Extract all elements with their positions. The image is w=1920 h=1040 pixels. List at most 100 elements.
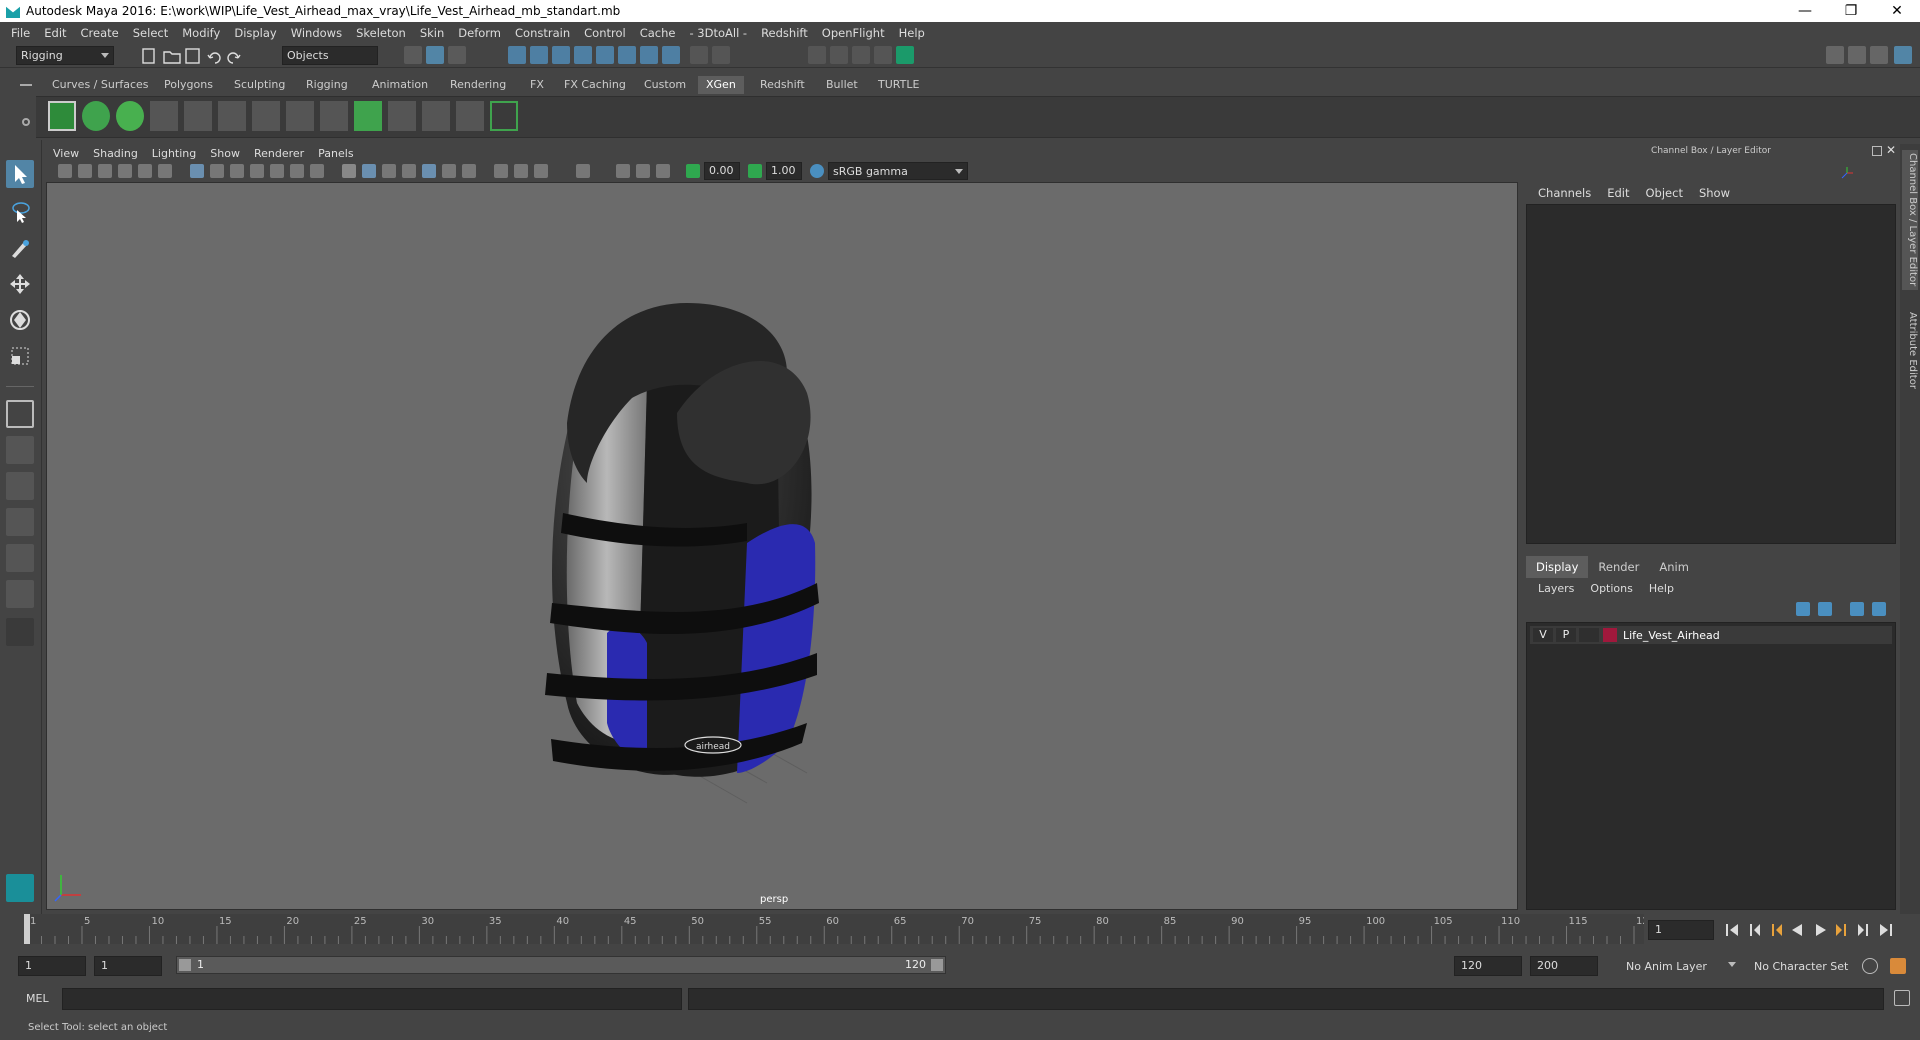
redo-icon[interactable] xyxy=(227,52,241,64)
lock-icon[interactable] xyxy=(690,46,708,64)
le-menu-layers[interactable]: Layers xyxy=(1530,582,1582,595)
layer-name[interactable]: Life_Vest_Airhead xyxy=(1623,629,1720,642)
tab-xgen[interactable]: XGen xyxy=(698,76,744,94)
exposure-field[interactable]: 0.00 xyxy=(704,162,740,180)
viewport-menu-renderer[interactable]: Renderer xyxy=(247,147,311,160)
snap-surface-icon[interactable] xyxy=(640,46,658,64)
exposure-icon[interactable] xyxy=(686,164,700,178)
field-chart-icon[interactable] xyxy=(270,164,284,178)
render-settings-icon[interactable] xyxy=(874,46,892,64)
character-set-dropdown[interactable]: No Character Set xyxy=(1750,956,1862,976)
menu-skin[interactable]: Skin xyxy=(413,26,451,40)
snap-view-plane-icon[interactable] xyxy=(596,46,614,64)
2d-pan-zoom-icon[interactable] xyxy=(138,164,152,178)
close-panel-icon[interactable]: ✕ xyxy=(1886,143,1896,157)
four-view-layout-icon[interactable] xyxy=(6,436,34,464)
xgen-create-description-icon[interactable] xyxy=(116,101,144,131)
tab-bullet[interactable]: Bullet xyxy=(818,76,866,94)
rotate-tool-icon[interactable] xyxy=(6,306,34,334)
tab-fx[interactable]: FX xyxy=(522,76,552,94)
anti-aliasing-icon[interactable] xyxy=(514,164,528,178)
select-by-object-icon[interactable] xyxy=(426,46,444,64)
new-empty-layer-icon[interactable] xyxy=(1850,602,1864,616)
shadows-icon[interactable] xyxy=(442,164,456,178)
camera-attributes-icon[interactable] xyxy=(78,164,92,178)
tab-rigging[interactable]: Rigging xyxy=(298,76,356,94)
xgen-lock-guides-icon[interactable] xyxy=(286,101,314,131)
step-forward-key-icon[interactable] xyxy=(1836,924,1846,936)
xgen-comb-icon[interactable] xyxy=(456,101,484,131)
bookmark-icon[interactable] xyxy=(98,164,112,178)
move-layer-up-icon[interactable] xyxy=(1796,602,1810,616)
backface-culling-icon[interactable] xyxy=(656,164,670,178)
range-slider[interactable]: 1 120 xyxy=(176,956,946,974)
menu-help[interactable]: Help xyxy=(892,26,932,40)
tab-polygons[interactable]: Polygons xyxy=(156,76,221,94)
animation-start-field[interactable]: 1 xyxy=(18,956,86,976)
tab-anim[interactable]: Anim xyxy=(1649,556,1699,578)
gate-mask-icon[interactable] xyxy=(250,164,264,178)
viewport-menu-shading[interactable]: Shading xyxy=(86,147,145,160)
persp-hypershade-layout-icon[interactable] xyxy=(6,544,34,572)
menu-file[interactable]: File xyxy=(4,26,37,40)
menu-set-dropdown[interactable]: Rigging xyxy=(16,46,114,65)
tab-render[interactable]: Render xyxy=(1588,556,1649,578)
cb-menu-show[interactable]: Show xyxy=(1691,186,1738,200)
scene-canvas[interactable]: airhead xyxy=(47,183,1519,911)
xgen-sculpt-guides-icon[interactable] xyxy=(252,101,280,131)
xgen-hair-icon[interactable] xyxy=(320,101,348,131)
ambient-occlusion-icon[interactable] xyxy=(462,164,476,178)
maya-home-icon[interactable] xyxy=(6,874,34,902)
shelf-menu-icon[interactable] xyxy=(20,84,32,86)
tab-curves-surfaces[interactable]: Curves / Surfaces xyxy=(44,76,157,94)
script-editor-icon[interactable] xyxy=(1894,990,1910,1006)
select-tool-icon[interactable] xyxy=(6,160,34,188)
command-input[interactable] xyxy=(62,988,682,1010)
xray-joints-icon[interactable] xyxy=(636,164,650,178)
single-perspective-layout-icon[interactable] xyxy=(6,400,34,428)
move-tool-icon[interactable] xyxy=(6,270,34,298)
xgen-grass-icon[interactable] xyxy=(354,101,382,131)
playback-end-field[interactable]: 120 xyxy=(1454,956,1522,976)
select-by-component-icon[interactable] xyxy=(448,46,466,64)
close-button[interactable]: ✕ xyxy=(1874,3,1920,19)
wireframe-on-shaded-icon[interactable] xyxy=(382,164,396,178)
xgen-interactive-groom-icon[interactable] xyxy=(490,101,518,131)
symmetry-icon[interactable] xyxy=(662,46,680,64)
playback-start-field[interactable]: 1 xyxy=(94,956,162,976)
minimize-button[interactable]: — xyxy=(1782,3,1828,19)
channel-box-toggle-icon[interactable] xyxy=(1894,46,1912,64)
undo-icon[interactable] xyxy=(207,52,221,64)
float-panel-icon[interactable] xyxy=(1872,146,1882,156)
menu-create[interactable]: Create xyxy=(74,26,126,40)
cb-menu-edit[interactable]: Edit xyxy=(1599,186,1637,200)
step-forward-frame-icon[interactable] xyxy=(1858,924,1868,936)
motion-blur-icon[interactable] xyxy=(494,164,508,178)
menu-redshift[interactable]: Redshift xyxy=(754,26,815,40)
more-layouts-icon[interactable] xyxy=(6,618,34,646)
xyz-manipulator-icon[interactable] xyxy=(1840,166,1854,180)
smooth-shade-icon[interactable] xyxy=(362,164,376,178)
film-gate-icon[interactable] xyxy=(210,164,224,178)
safe-title-icon[interactable] xyxy=(310,164,324,178)
image-plane-icon[interactable] xyxy=(118,164,132,178)
color-management-icon[interactable] xyxy=(810,164,824,178)
hypershade-icon[interactable] xyxy=(896,46,914,64)
open-scene-icon[interactable] xyxy=(163,51,181,64)
menu-select[interactable]: Select xyxy=(126,26,175,40)
tab-display[interactable]: Display xyxy=(1526,556,1589,578)
menu-skeleton[interactable]: Skeleton xyxy=(349,26,413,40)
wireframe-icon[interactable] xyxy=(342,164,356,178)
restore-button[interactable]: ❐ xyxy=(1828,3,1874,19)
scale-tool-icon[interactable] xyxy=(6,342,34,370)
gamma-field[interactable]: 1.00 xyxy=(766,162,802,180)
xgen-editor-icon[interactable] xyxy=(48,101,76,131)
viewport-menu-show[interactable]: Show xyxy=(203,147,247,160)
le-menu-help[interactable]: Help xyxy=(1641,582,1682,595)
gamma-icon[interactable] xyxy=(748,164,762,178)
tab-attribute-editor[interactable]: Attribute Editor xyxy=(1902,300,1918,400)
depth-of-field-icon[interactable] xyxy=(534,164,548,178)
layer-row[interactable]: V P Life_Vest_Airhead xyxy=(1530,626,1892,644)
render-frame-icon[interactable] xyxy=(830,46,848,64)
xray-icon[interactable] xyxy=(616,164,630,178)
